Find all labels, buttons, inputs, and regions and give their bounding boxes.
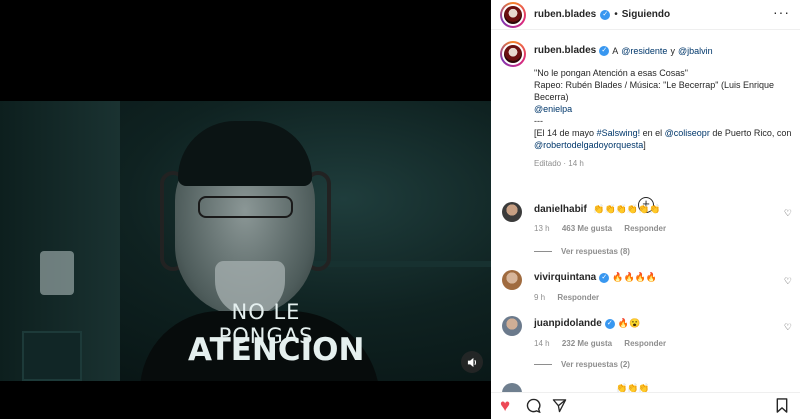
caption-line4: [El 14 de mayo #Salswing! en el @coliseo… [534, 128, 792, 150]
post-action-bar: ♥ [491, 392, 800, 419]
volume-icon [467, 357, 476, 367]
comment-text: 🔥🔥🔥🔥 [612, 272, 658, 282]
comment-likes[interactable]: 463 Me gusta [562, 224, 612, 233]
commenter-username[interactable]: vivirquintana [534, 272, 596, 283]
post-side-panel: ruben.blades ✓ • Siguiendo ··· ruben.bla… [491, 0, 800, 419]
commenter-avatar[interactable] [502, 202, 522, 222]
reply-button[interactable]: Responder [624, 224, 666, 233]
post-media: NO LE PONGAS ATENCION [0, 0, 491, 419]
video-background-lamp [40, 251, 74, 295]
shirt-text-line2: ATENCION [188, 332, 365, 368]
caption-dash: --- [534, 116, 543, 126]
save-bookmark-icon[interactable] [776, 398, 788, 417]
comment-meta: 13 h 463 Me gusta Responder [534, 224, 676, 233]
share-icon[interactable] [552, 398, 567, 417]
commenter-avatar[interactable] [502, 270, 522, 290]
comment-meta: 14 h 232 Me gusta Responder [534, 339, 676, 348]
mention-jbalvin[interactable]: @jbalvin [678, 46, 713, 56]
video-background-window [22, 331, 82, 381]
mute-button[interactable] [461, 351, 483, 373]
comment-like-heart-icon[interactable]: ♡ [784, 322, 792, 333]
following-button[interactable]: Siguiendo [622, 9, 670, 20]
hashtag-salswing[interactable]: #Salswing! [597, 128, 641, 138]
caption-username[interactable]: ruben.blades [534, 45, 596, 56]
comment-time: 9 h [534, 293, 546, 302]
comment-meta: 9 h Responder [534, 293, 609, 302]
person-glasses [198, 196, 293, 218]
commenter-username[interactable]: juanpidolande [534, 318, 602, 329]
commenter-verified-icon: ✓ [599, 272, 610, 283]
commenter-verified-icon: ✓ [604, 318, 615, 329]
person-cap [178, 121, 312, 186]
like-heart-icon[interactable]: ♥ [500, 397, 510, 414]
comment-text: 🔥😮 [617, 318, 641, 328]
comment-text: 👏👏👏👏👏👏 [593, 204, 661, 214]
caption-line2: Rapeo: Rubén Blades / Música: "Le Becerr… [534, 80, 775, 102]
caption-prefix: A [612, 45, 619, 56]
comment-like-heart-icon[interactable]: ♡ [784, 276, 792, 287]
reply-button[interactable]: Responder [624, 339, 666, 348]
verified-badge-icon: ✓ [600, 9, 611, 20]
comment-time: 14 h [534, 339, 550, 348]
mention-coliseopr[interactable]: @coliseopr [665, 128, 710, 138]
header-separator: • [614, 9, 618, 20]
commenter-username[interactable]: danielhabif [534, 204, 587, 215]
view-replies-button[interactable]: Ver respuestas (8) [534, 247, 630, 256]
author-avatar[interactable] [500, 2, 526, 28]
view-replies-button[interactable]: Ver respuestas (2) [534, 360, 630, 369]
caption-verified-icon: ✓ [599, 45, 610, 56]
author-username[interactable]: ruben.blades [534, 9, 596, 20]
comment-like-heart-icon[interactable]: ♡ [784, 208, 792, 219]
caption-line1: "No le pongan Atención a esas Cosas" [534, 68, 688, 78]
mention-enielpa[interactable]: @enielpa [534, 103, 796, 115]
comment-likes[interactable]: 232 Me gusta [562, 339, 612, 348]
post-header: ruben.blades ✓ • Siguiendo ··· [491, 0, 800, 30]
reply-button[interactable]: Responder [557, 293, 599, 302]
caption-body: "No le pongan Atención a esas Cosas" Rap… [534, 67, 796, 170]
mention-residente[interactable]: @residente [621, 46, 667, 56]
mention-robertodelgadoyorquesta[interactable]: @robertodelgadoyorquesta [534, 140, 643, 150]
comment-time: 13 h [534, 224, 550, 233]
caption-author-avatar[interactable] [500, 41, 526, 67]
commenter-avatar[interactable] [502, 316, 522, 336]
comment-icon[interactable] [526, 398, 541, 417]
more-options-icon[interactable]: ··· [773, 4, 790, 20]
caption-meta: Editado · 14 h [534, 159, 584, 168]
post-video[interactable]: NO LE PONGAS ATENCION [0, 101, 491, 381]
caption-joiner: y [670, 45, 675, 56]
